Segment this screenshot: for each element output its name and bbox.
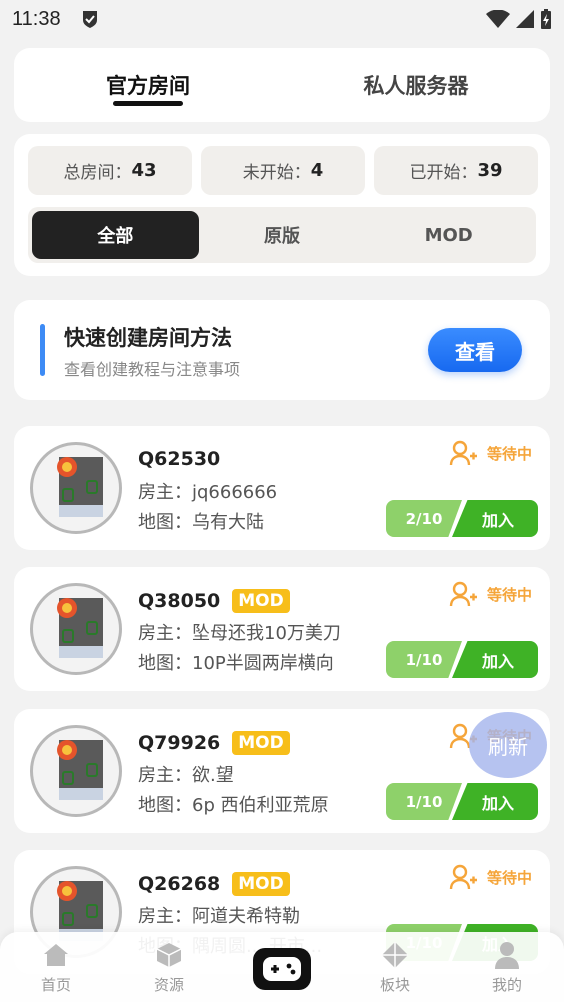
room-host: 房主：欲.望 — [138, 765, 234, 786]
home-icon — [41, 940, 71, 970]
room-card[interactable]: Q79926 MOD 房主：欲.望 地图：6p 西伯利亚荒原 等待中 1/10 … — [14, 709, 550, 833]
status-text: 等待中 — [486, 444, 532, 463]
room-id: Q79926 — [138, 732, 221, 754]
refresh-button[interactable]: 刷新 — [469, 712, 547, 778]
room-host: 房主：jq666666 — [138, 482, 278, 503]
filter-vanilla[interactable]: 原版 — [199, 211, 366, 259]
filter-all[interactable]: 全部 — [32, 211, 199, 259]
quick-create-title: 快速创建房间方法 — [64, 326, 232, 350]
join-control[interactable]: 1/10 加入 — [386, 783, 538, 820]
stat-started: 已开始： 39 — [374, 146, 538, 195]
stat-label: 已开始： — [409, 163, 478, 183]
map-thumbnail-icon — [57, 598, 103, 658]
room-status: 等待中 — [449, 581, 532, 607]
room-status: 等待中 — [449, 440, 532, 466]
nav-label: 首页 — [40, 976, 71, 994]
mod-badge: MOD — [232, 589, 290, 613]
room-avatar — [30, 583, 122, 675]
room-avatar — [30, 442, 122, 534]
room-filter-segmented: 全部 原版 MOD — [28, 207, 536, 263]
stat-label: 未开始： — [242, 163, 311, 183]
active-tab-underline — [113, 101, 183, 106]
room-status: 等待中 — [449, 864, 532, 890]
mod-badge: MOD — [232, 731, 290, 755]
player-count: 2/10 — [386, 500, 462, 537]
box-icon — [154, 940, 184, 970]
signal-icon — [516, 10, 534, 28]
tab-label: 私人服务器 — [363, 74, 469, 98]
tab-official-rooms[interactable]: 官方房间 — [14, 48, 282, 122]
profile-icon — [492, 940, 522, 970]
room-id: Q62530 — [138, 448, 221, 470]
nav-label: 板块 — [379, 976, 410, 994]
room-host: 房主：坠母还我10万美刀 — [138, 623, 341, 644]
accent-bar — [40, 324, 45, 376]
view-tutorial-button[interactable]: 查看 — [428, 328, 522, 372]
user-waiting-icon — [449, 440, 477, 466]
map-thumbnail-icon — [57, 457, 103, 517]
bottom-navigation: 首页 资源 板块 我的 — [0, 932, 564, 1002]
map-thumbnail-icon — [57, 740, 103, 800]
room-id-row: Q79926 MOD — [138, 731, 290, 755]
diamond-grid-icon — [380, 940, 410, 970]
room-card[interactable]: Q38050 MOD 房主：坠母还我10万美刀 地图：10P半圆两岸横向 等待中… — [14, 567, 550, 691]
nav-resources[interactable]: 资源 — [139, 940, 199, 995]
room-avatar — [30, 725, 122, 817]
join-button[interactable]: 加入 — [452, 500, 538, 537]
battery-icon — [541, 9, 551, 29]
room-map: 地图：10P半圆两岸横向 — [138, 653, 334, 674]
join-control[interactable]: 2/10 加入 — [386, 500, 538, 537]
shield-icon — [82, 11, 97, 28]
quick-create-banner: 快速创建房间方法 查看创建教程与注意事项 查看 — [14, 300, 550, 400]
nav-label: 我的 — [491, 976, 522, 994]
stat-value: 43 — [131, 160, 157, 181]
stat-value: 4 — [310, 160, 324, 181]
status-text: 等待中 — [486, 585, 532, 604]
nav-mine[interactable]: 我的 — [477, 940, 537, 995]
room-id: Q38050 — [138, 590, 221, 612]
nav-home[interactable]: 首页 — [26, 940, 86, 995]
player-count: 1/10 — [386, 641, 462, 678]
tab-label: 官方房间 — [106, 74, 190, 98]
room-card[interactable]: Q62530 房主：jq666666 地图：乌有大陆 等待中 2/10 加入 — [14, 426, 550, 550]
quick-create-subtitle: 查看创建教程与注意事项 — [64, 360, 241, 379]
status-text: 等待中 — [486, 868, 532, 887]
room-id-row: Q62530 — [138, 448, 220, 470]
room-type-tabs: 官方房间 私人服务器 — [14, 48, 550, 122]
join-button[interactable]: 加入 — [452, 783, 538, 820]
join-button[interactable]: 加入 — [452, 641, 538, 678]
user-waiting-icon — [449, 864, 477, 890]
room-id-row: Q26268 MOD — [138, 872, 290, 896]
stat-value: 39 — [477, 160, 503, 181]
room-map: 地图：乌有大陆 — [138, 512, 264, 533]
nav-boards[interactable]: 板块 — [365, 940, 425, 995]
room-host: 房主：阿道夫希特勒 — [138, 906, 300, 927]
status-time: 11:38 — [12, 7, 61, 30]
stat-total-rooms: 总房间： 43 — [28, 146, 192, 195]
room-id-row: Q38050 MOD — [138, 589, 290, 613]
join-control[interactable]: 1/10 加入 — [386, 641, 538, 678]
stat-not-started: 未开始： 4 — [201, 146, 365, 195]
room-id: Q26268 — [138, 873, 221, 895]
mod-badge: MOD — [232, 872, 290, 896]
status-bar: 11:38 — [0, 0, 564, 38]
stat-label: 总房间： — [63, 163, 132, 183]
player-count: 1/10 — [386, 783, 462, 820]
gamepad-icon — [263, 957, 301, 981]
tab-private-servers[interactable]: 私人服务器 — [282, 48, 550, 122]
room-map: 地图：6p 西伯利亚荒原 — [138, 795, 329, 816]
room-stats-card: 总房间： 43 未开始： 4 已开始： 39 全部 原版 MOD — [14, 134, 550, 276]
filter-mod[interactable]: MOD — [365, 211, 532, 259]
wifi-icon — [486, 10, 510, 28]
user-waiting-icon — [449, 581, 477, 607]
nav-label: 资源 — [153, 976, 184, 994]
nav-game-center[interactable] — [253, 948, 311, 990]
